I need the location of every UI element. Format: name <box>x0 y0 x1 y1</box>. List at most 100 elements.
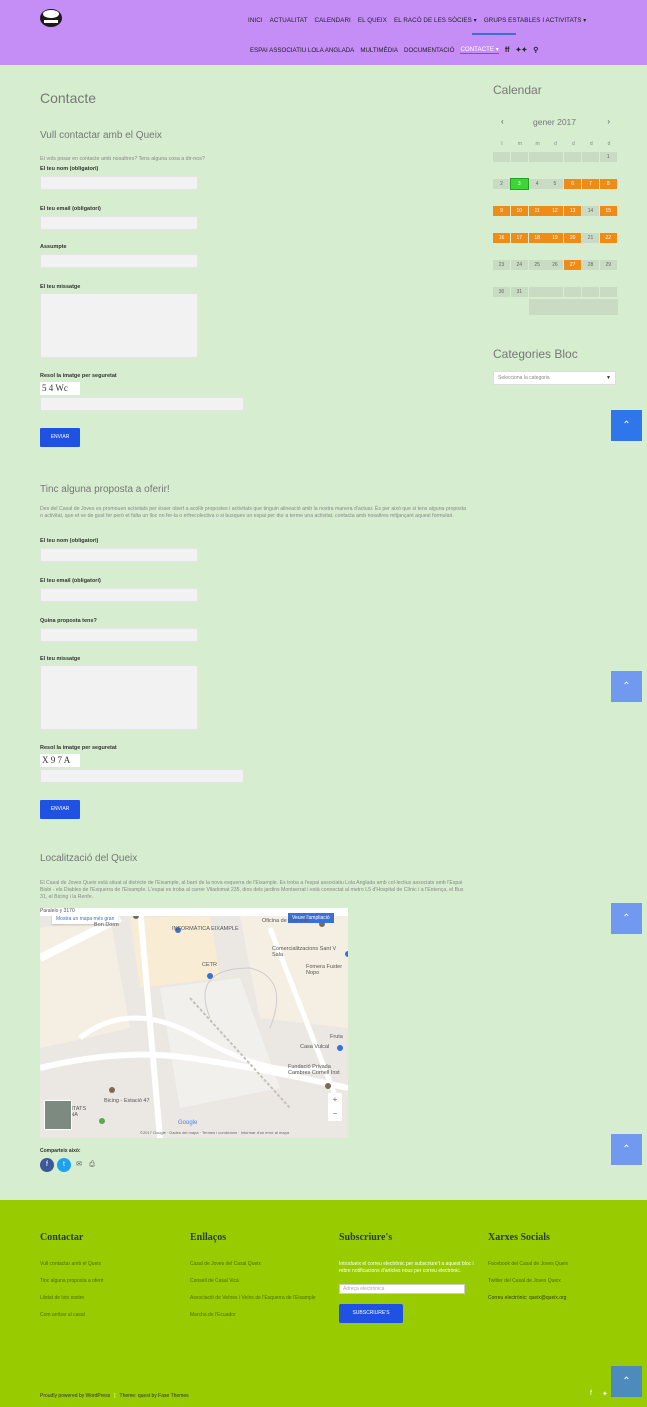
scroll-top-button[interactable]: ⌃ <box>611 1134 642 1165</box>
calendar-day[interactable]: 29 <box>599 260 617 270</box>
footer-link[interactable]: Consell de Casal Vicà <box>190 1278 330 1284</box>
nav-item-documentacio[interactable]: DOCUMENTACIÓ <box>404 47 454 54</box>
email-field-2[interactable] <box>40 588 198 602</box>
calendar-day[interactable]: 16 <box>493 233 510 243</box>
captcha-image: 5 4 Wc <box>40 382 80 395</box>
scroll-top-button[interactable]: ⌃ <box>611 903 642 934</box>
nav-item-multimedia[interactable]: MULTIMÈDIA <box>360 47 398 54</box>
message-field[interactable] <box>40 293 198 358</box>
calendar-day[interactable]: 13 <box>564 206 582 216</box>
calendar-month: gener 2017 <box>533 117 577 127</box>
nav-active-underline <box>472 33 516 35</box>
calendar-title: Calendar <box>493 83 542 97</box>
subscribe-button[interactable]: SUBSCRIURE'S <box>339 1304 403 1323</box>
calendar-day[interactable]: 23 <box>493 260 510 270</box>
calendar-day[interactable]: 25 <box>528 260 546 270</box>
captcha-field[interactable] <box>40 397 244 411</box>
calendar-day[interactable]: 30 <box>493 287 510 297</box>
calendar-prev-icon[interactable]: ‹ <box>501 117 504 126</box>
footer-link[interactable]: Associació de Veïnes i Veïns de l'Esquer… <box>190 1295 330 1301</box>
calendar-day[interactable]: 7 <box>582 179 599 189</box>
calendar-day[interactable]: 15 <box>599 206 617 216</box>
location-map[interactable]: Mostra un mapa més gran Veure l'ampliaci… <box>40 908 348 1138</box>
footer-link[interactable]: Com arribar al casal <box>40 1312 180 1318</box>
calendar-day[interactable]: 22 <box>599 233 617 243</box>
calendar-day[interactable]: 17 <box>510 233 528 243</box>
footer-link[interactable]: Vull contactar amb el Queix <box>40 1261 180 1267</box>
footer-link[interactable]: Twitter del Casal de Joves Queix <box>488 1278 628 1284</box>
subscribe-email-input[interactable]: Adreça electrònica <box>339 1284 465 1294</box>
calendar-day[interactable]: 2 <box>493 179 510 189</box>
email-field[interactable] <box>40 216 198 230</box>
calendar-day[interactable]: 5 <box>546 179 564 189</box>
flickr-icon[interactable]: ff <box>505 47 510 54</box>
calendar-day[interactable]: 10 <box>510 206 528 216</box>
calendar-empty-day <box>510 152 528 162</box>
calendar-day[interactable]: 20 <box>564 233 582 243</box>
twitter-icon[interactable]: ✦✦ <box>516 46 528 54</box>
nav-item-inici[interactable]: INICI <box>248 17 263 24</box>
scroll-top-button[interactable]: ⌃ <box>611 410 642 441</box>
nav-item-raco-socies[interactable]: EL RACÓ DE LES SÒCIES ▾ <box>394 17 477 24</box>
submit-button[interactable]: Enviar <box>40 428 80 447</box>
calendar-day[interactable]: 14 <box>582 206 599 216</box>
calendar-next-icon[interactable]: › <box>607 117 610 126</box>
nav-item-actualitat[interactable]: ACTUALITAT <box>270 17 308 24</box>
calendar-day[interactable]: 28 <box>582 260 599 270</box>
footer-link[interactable]: Casal de Joves del Casal Queix <box>190 1261 330 1267</box>
categories-select[interactable]: Selecciona la categoria ▼ <box>493 371 616 385</box>
weekday: l <box>501 141 503 147</box>
powered-by-link[interactable]: Proudly powered by WordPress <box>40 1393 110 1399</box>
calendar-day[interactable]: 6 <box>564 179 582 189</box>
footer-link[interactable]: Marcha de l'Ecuador <box>190 1312 330 1318</box>
calendar-day[interactable]: 21 <box>582 233 599 243</box>
twitter-icon[interactable]: ✦ <box>602 1390 608 1398</box>
nav-item-calendari[interactable]: CALENDARI <box>315 17 351 24</box>
calendar-day[interactable]: 1 <box>599 152 617 162</box>
map-zoom-control[interactable]: + − <box>328 1093 342 1121</box>
footer-link[interactable]: Facebook del Casal de Joves Queix <box>488 1261 628 1267</box>
map-label: Fundació Privada Cambres Cornell Inst <box>288 1064 340 1076</box>
section-title-location: Localització del Queix <box>40 853 138 864</box>
calendar-day[interactable]: 12 <box>546 206 564 216</box>
main-nav-row2: ESPAI ASSOCIATIU LOLA ANGLADA MULTIMÈDIA… <box>250 43 644 57</box>
scroll-top-button[interactable]: ⌃ <box>611 1366 642 1397</box>
footer-link[interactable]: Llistat de lots sostre <box>40 1295 180 1301</box>
calendar-day[interactable]: 31 <box>510 287 528 297</box>
captcha-field-2[interactable] <box>40 769 244 783</box>
message-field-2[interactable] <box>40 665 198 730</box>
nav-item-grups-activitats[interactable]: GRUPS ESTABLES I ACTIVITATS ▾ <box>484 17 587 24</box>
email-share-icon[interactable]: ✉ <box>74 1158 84 1172</box>
calendar-day[interactable]: 26 <box>546 260 564 270</box>
calendar-day[interactable]: 4 <box>528 179 546 189</box>
calendar-day[interactable]: 8 <box>599 179 617 189</box>
footer-credits: Proudly powered by WordPress | Theme: ques… <box>40 1393 189 1399</box>
calendar-day[interactable]: 11 <box>528 206 546 216</box>
subject-field[interactable] <box>40 254 198 268</box>
street-view-thumbnail[interactable] <box>44 1100 72 1130</box>
calendar-day[interactable]: 9 <box>493 206 510 216</box>
facebook-share-icon[interactable]: f <box>40 1158 54 1172</box>
calendar-day[interactable]: 24 <box>510 260 528 270</box>
facebook-icon[interactable]: f <box>590 1390 592 1398</box>
nav-item-contacte[interactable]: CONTACTE ▾ <box>460 46 499 54</box>
submit-button-2[interactable]: Enviar <box>40 800 80 819</box>
weekday: d <box>554 141 557 147</box>
site-logo[interactable] <box>38 6 64 30</box>
proposal-field[interactable] <box>40 628 198 642</box>
calendar-day[interactable]: 18 <box>528 233 546 243</box>
calendar-day[interactable]: 19 <box>546 233 564 243</box>
theme-link[interactable]: Theme: quest by Fase Themes <box>120 1393 189 1399</box>
calendar-day[interactable]: 27 <box>564 260 582 270</box>
calendar-day[interactable]: 3 <box>509 178 529 190</box>
nav-item-espai-associatiu[interactable]: ESPAI ASSOCIATIU LOLA ANGLADA <box>250 47 354 54</box>
name-field[interactable] <box>40 176 198 190</box>
search-icon[interactable]: ⚲ <box>533 46 538 54</box>
print-share-icon[interactable]: ⎙ <box>87 1158 97 1172</box>
nav-item-el-queix[interactable]: EL QUEIX <box>358 17 387 24</box>
name-field-2[interactable] <box>40 548 198 562</box>
twitter-share-icon[interactable]: t <box>57 1158 71 1172</box>
map-attribution[interactable]: ©2017 Google · Dades del mapa · Termes i… <box>140 1130 289 1135</box>
scroll-top-button[interactable]: ⌃ <box>611 671 642 702</box>
footer-link[interactable]: Tinc alguna proposta a oferir <box>40 1278 180 1284</box>
